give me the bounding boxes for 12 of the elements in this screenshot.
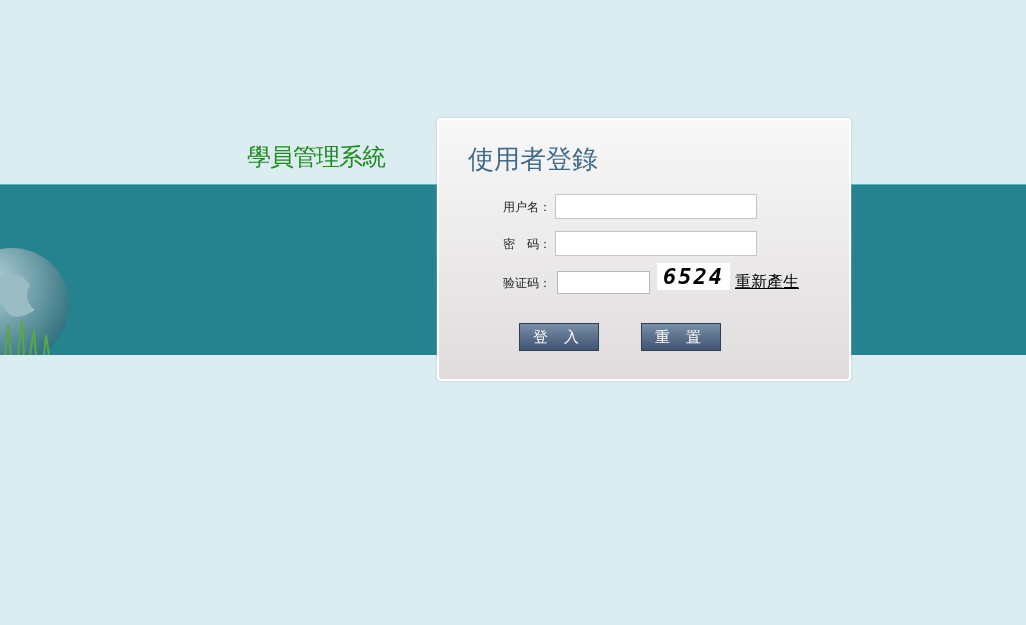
login-title: 使用者登錄 [468, 143, 598, 175]
login-button[interactable]: 登 入 [519, 323, 599, 351]
captcha-field[interactable] [557, 271, 650, 294]
field-label: 用户名： [502, 198, 552, 216]
field-label: 密 码： [502, 235, 552, 253]
password-field[interactable] [555, 231, 757, 256]
reset-button[interactable]: 重 置 [641, 323, 721, 351]
refresh-captcha-link[interactable]: 重新產生 [735, 269, 799, 294]
captcha-image: 6524 [657, 263, 730, 290]
system-title: 學員管理系統 [247, 142, 385, 172]
field-label: 验证码： [502, 274, 552, 292]
username-field[interactable] [555, 194, 757, 219]
